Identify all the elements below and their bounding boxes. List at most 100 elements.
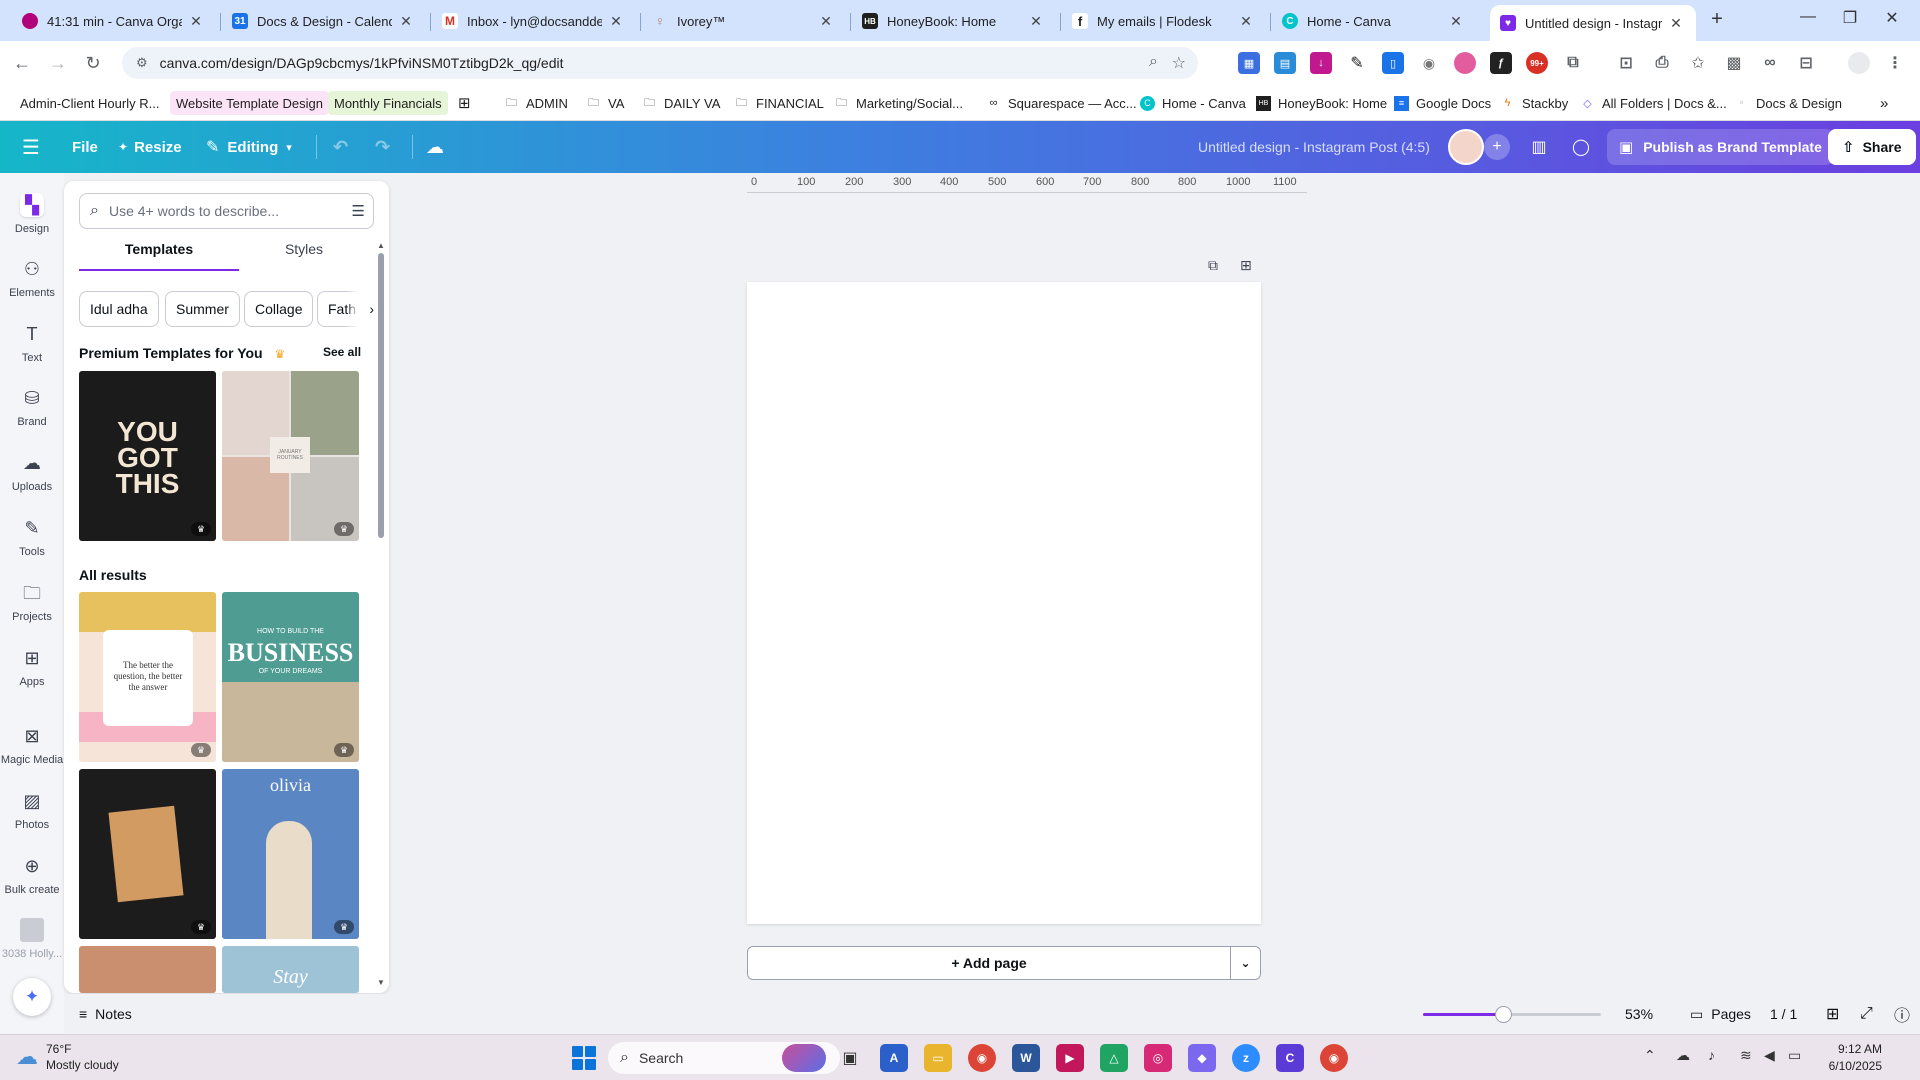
screenshot-icon[interactable]: ⊡ — [1615, 52, 1637, 74]
printer-ext-icon[interactable]: ▤ — [1274, 52, 1296, 74]
grid-ext-icon[interactable]: ▦ — [1238, 52, 1260, 74]
close-icon[interactable]: ✕ — [1448, 13, 1464, 30]
wifi-icon[interactable]: ≋ — [1740, 1047, 1752, 1064]
bookmark-folder[interactable]: 🗀 DAILY VA — [636, 91, 726, 115]
word-icon[interactable]: W — [1012, 1044, 1040, 1072]
file-menu[interactable]: File — [72, 121, 98, 173]
bookmark-item[interactable]: ∞ Squarespace — Acc... — [980, 91, 1143, 115]
filter-chip[interactable]: Idul adha — [79, 291, 159, 327]
bookmark-item[interactable]: HB HoneyBook: Home — [1250, 91, 1393, 115]
rail-item-bulk-create[interactable]: ⊕ Bulk create — [0, 854, 64, 896]
rail-item-text[interactable]: T Text — [0, 322, 64, 364]
onedrive-icon[interactable]: ☁ — [1676, 1047, 1690, 1064]
add-page-icon[interactable]: ⊞ — [1240, 257, 1252, 274]
browser-tab[interactable]: 41:31 min - Canva Organiz ✕ — [12, 5, 216, 37]
template-thumbnail[interactable]: Stay — [222, 946, 359, 993]
template-thumbnail[interactable] — [79, 946, 216, 993]
bookmark-item[interactable]: ϟ Stackby — [1494, 91, 1574, 115]
rail-item-apps[interactable]: ⊞ Apps — [0, 646, 64, 688]
camera-ext-icon[interactable]: ◉ — [1418, 52, 1440, 74]
bookmark-folder[interactable]: 🗀 ADMIN — [498, 91, 574, 115]
powerautomate-icon[interactable]: ▶ — [1056, 1044, 1084, 1072]
new-tab-icon[interactable]: + — [1704, 8, 1730, 31]
tab-styles[interactable]: Styles — [239, 241, 369, 271]
bookmark-folder[interactable]: 🗀 Marketing/Social... — [828, 91, 969, 115]
file-explorer-icon[interactable]: ▭ — [924, 1044, 952, 1072]
script-ext-icon[interactable]: ƒ — [1490, 52, 1512, 74]
qr-icon[interactable]: ▩ — [1723, 52, 1745, 74]
color-ext-icon[interactable] — [1454, 52, 1476, 74]
scroll-up-icon[interactable]: ▲ — [377, 241, 385, 250]
add-collaborator-icon[interactable]: + — [1484, 134, 1510, 160]
weather-widget[interactable]: ☁ 76°F Mostly cloudy — [16, 1041, 119, 1073]
bookmark-item[interactable]: Website Template Design — [170, 91, 329, 115]
avatar[interactable] — [1448, 129, 1484, 165]
zoom-lens-icon[interactable]: ⌕ — [1149, 53, 1158, 71]
puzzle-ext-icon[interactable]: ⧉ — [1562, 52, 1584, 74]
close-icon[interactable]: ✕ — [398, 13, 414, 30]
rail-item-magic-media[interactable]: ⊠ Magic Media — [0, 724, 64, 766]
add-page-button[interactable]: + Add page ⌄ — [747, 946, 1261, 980]
close-icon[interactable]: ✕ — [188, 13, 204, 30]
bookmark-folder[interactable]: 🗀 FINANCIAL — [728, 91, 830, 115]
template-thumbnail[interactable]: olivia ♛ — [222, 769, 359, 939]
download-ext-icon[interactable]: ↓ — [1310, 52, 1332, 74]
address-bar[interactable]: ⚙ canva.com/design/DAGp9cbcmys/1kPfviNSM… — [122, 47, 1198, 79]
canva-app-icon[interactable]: C — [1276, 1044, 1304, 1072]
browser-tab-active[interactable]: ♥ Untitled design - Instagram ✕ — [1490, 5, 1696, 41]
browser-tab[interactable]: ♀ Ivorey™ ✕ — [642, 5, 846, 37]
windows-start-icon[interactable] — [572, 1046, 596, 1070]
link-icon[interactable]: ∞ — [1759, 52, 1781, 74]
filter-chip[interactable]: Summer — [165, 291, 240, 327]
panel-scrollbar[interactable]: ▲ — [377, 241, 385, 821]
main-menu-icon[interactable]: ☰ — [22, 121, 40, 173]
apps-grid-icon[interactable]: ⊞ — [452, 91, 477, 115]
template-thumbnail[interactable]: ♛ — [79, 769, 216, 939]
tray-chevron-icon[interactable]: ⌃ — [1644, 1047, 1656, 1064]
publish-brand-template-button[interactable]: ▣ Publish as Brand Template — [1607, 129, 1834, 165]
zoom-slider[interactable] — [1423, 1006, 1601, 1023]
zoom-slider-handle[interactable] — [1495, 1006, 1513, 1023]
chips-next-icon[interactable]: › — [346, 291, 374, 327]
rail-item-tools[interactable]: ✎ Tools — [0, 516, 64, 558]
window-close-icon[interactable]: ✕ — [1872, 8, 1912, 28]
close-icon[interactable]: ✕ — [1028, 13, 1044, 30]
duplicate-page-icon[interactable]: ⧉ — [1208, 257, 1218, 274]
bookmark-item[interactable]: Monthly Financials — [328, 91, 448, 115]
bookmark-item[interactable]: C Home - Canva — [1134, 91, 1252, 115]
comment-icon[interactable]: ◯ — [1564, 129, 1598, 165]
scroll-down-icon[interactable]: ▼ — [377, 978, 385, 987]
favorites-icon[interactable]: ✩ — [1687, 52, 1709, 74]
battery-icon[interactable]: ▭ — [1788, 1047, 1801, 1064]
grid-view-icon[interactable]: ⊞ — [1826, 994, 1839, 1034]
more-bookmarks-icon[interactable]: » — [1874, 91, 1894, 115]
rail-item-recent-design[interactable]: 3038 Holly... — [0, 918, 64, 960]
template-thumbnail[interactable]: JANUARY ROUTINES ♛ — [222, 371, 359, 541]
minimize-icon[interactable]: — — [1788, 8, 1828, 26]
google-drive-icon[interactable]: △ — [1100, 1044, 1128, 1072]
rail-item-elements[interactable]: ⚇ Elements — [0, 257, 64, 299]
rail-item-design[interactable]: ▚ Design — [0, 193, 64, 235]
bookmark-item[interactable]: Admin-Client Hourly R... — [14, 91, 165, 115]
widgets-icon[interactable] — [782, 1044, 826, 1072]
browser-tab[interactable]: HB HoneyBook: Home ✕ — [852, 5, 1056, 37]
taskbar-clock[interactable]: 9:12 AM 6/10/2025 — [1810, 1041, 1882, 1075]
magic-assistant-icon[interactable]: ✦ — [13, 978, 51, 1016]
close-icon[interactable]: ✕ — [608, 13, 624, 30]
doc-ext-icon[interactable]: ▯ — [1382, 52, 1404, 74]
template-search-input[interactable]: ⌕ Use 4+ words to describe... ☰ — [79, 193, 374, 229]
reload-icon[interactable]: ↻ — [82, 52, 104, 74]
undo-icon[interactable]: ↶ — [333, 121, 348, 173]
back-icon[interactable]: ← — [11, 52, 33, 74]
see-all-link[interactable]: See all — [323, 345, 361, 359]
browser-tab[interactable]: 31 Docs & Design - Calendar ✕ — [222, 5, 426, 37]
redo-icon[interactable]: ↷ — [375, 121, 390, 173]
volume-icon[interactable]: ◀ — [1764, 1047, 1775, 1064]
microphone-icon[interactable]: ♪ — [1708, 1047, 1715, 1063]
filter-chip[interactable]: Collage — [244, 291, 314, 327]
browser-tab[interactable]: M Inbox - lyn@docsanddesig ✕ — [432, 5, 636, 37]
rail-item-photos[interactable]: ▨ Photos — [0, 789, 64, 831]
chevron-down-icon[interactable]: ⌄ — [1230, 947, 1260, 979]
pages-button[interactable]: ▭ Pages — [1690, 994, 1751, 1034]
bookmark-folder[interactable]: 🗀 VA — [580, 91, 630, 115]
